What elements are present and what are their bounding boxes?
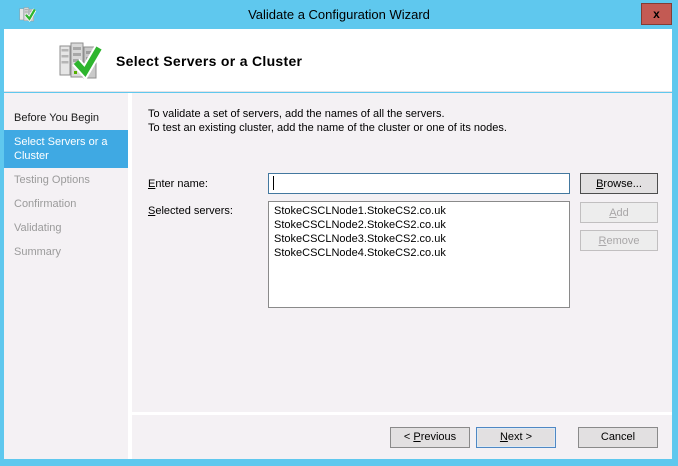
page-title: Select Servers or a Cluster bbox=[116, 53, 303, 69]
close-icon: x bbox=[653, 7, 660, 21]
wizard-footer: < Previous Next > Cancel bbox=[132, 415, 672, 459]
selected-servers-listbox[interactable]: StokeCSCLNode1.StokeCS2.co.uk StokeCSCLNo… bbox=[268, 201, 570, 308]
instruction-line-1: To validate a set of servers, add the na… bbox=[148, 108, 445, 120]
enter-name-label-rest: nter name: bbox=[155, 178, 208, 190]
title-bar: Validate a Configuration Wizard x bbox=[0, 0, 678, 29]
sidebar-step-item[interactable]: Testing Options bbox=[4, 168, 128, 192]
wizard-window: Validate a Configuration Wizard x Select… bbox=[0, 0, 678, 466]
instruction-line-2: To test an existing cluster, add the nam… bbox=[148, 122, 507, 134]
wizard-body: Before You Begin Select Servers or a Clu… bbox=[4, 93, 672, 459]
server-list-item[interactable]: StokeCSCLNode4.StokeCS2.co.uk bbox=[269, 246, 569, 260]
sidebar-step-label: Before You Begin bbox=[14, 112, 100, 124]
text-caret bbox=[273, 176, 274, 190]
next-button[interactable]: Next > bbox=[476, 426, 556, 448]
sidebar-step-item[interactable]: Validating bbox=[4, 216, 128, 240]
server-list-item[interactable]: StokeCSCLNode1.StokeCS2.co.uk bbox=[269, 204, 569, 218]
page-content: To validate a set of servers, add the na… bbox=[132, 93, 672, 412]
add-button-key: A bbox=[609, 206, 617, 219]
remove-button-key: R bbox=[598, 234, 607, 247]
sidebar-step-label: Testing Options bbox=[14, 174, 90, 186]
previous-button-key: P bbox=[413, 431, 421, 443]
server-list-item[interactable]: StokeCSCLNode2.StokeCS2.co.uk bbox=[269, 218, 569, 232]
browse-button-key: B bbox=[596, 177, 604, 190]
next-button-key: N bbox=[499, 431, 508, 443]
previous-button[interactable]: < Previous bbox=[390, 426, 470, 448]
remove-button-rest: emove bbox=[606, 234, 640, 247]
browse-button[interactable]: Browse... bbox=[580, 173, 658, 194]
selected-servers-label-rest: elected servers: bbox=[155, 205, 233, 217]
server-list-item[interactable]: StokeCSCLNode3.StokeCS2.co.uk bbox=[269, 232, 569, 246]
sidebar-step-label: Confirmation bbox=[14, 198, 77, 210]
add-button[interactable]: Add bbox=[580, 202, 658, 223]
main-column: To validate a set of servers, add the na… bbox=[132, 93, 672, 459]
sidebar-step-item[interactable]: Confirmation bbox=[4, 192, 128, 216]
selected-servers-label: Selected servers: bbox=[148, 205, 233, 217]
instructions: To validate a set of servers, add the na… bbox=[132, 93, 672, 135]
sidebar-step-label: Select Servers or a Cluster bbox=[14, 136, 108, 162]
sidebar-step-item[interactable]: Select Servers or a Cluster bbox=[4, 130, 128, 168]
previous-button-pre: < bbox=[403, 431, 411, 443]
wizard-steps-sidebar: Before You Begin Select Servers or a Clu… bbox=[4, 93, 128, 459]
cancel-button-rest: Cancel bbox=[600, 431, 636, 443]
remove-button[interactable]: Remove bbox=[580, 230, 658, 251]
add-button-rest: dd bbox=[616, 206, 629, 219]
sidebar-step-label: Summary bbox=[14, 246, 62, 258]
enter-name-field-wrap bbox=[268, 173, 570, 194]
sidebar-step-item[interactable]: Summary bbox=[4, 240, 128, 264]
enter-name-input[interactable] bbox=[268, 173, 570, 194]
close-button[interactable]: x bbox=[641, 3, 672, 25]
previous-button-rest: revious bbox=[420, 431, 457, 443]
validate-wizard-icon bbox=[19, 7, 36, 23]
sidebar-step-label: Validating bbox=[14, 222, 62, 234]
sidebar-step-item[interactable]: Before You Begin bbox=[4, 106, 128, 130]
browse-button-rest: rowse... bbox=[603, 177, 642, 190]
enter-name-label: Enter name: bbox=[148, 178, 208, 190]
next-button-rest: ext > bbox=[507, 431, 533, 443]
wizard-header: Select Servers or a Cluster bbox=[4, 29, 672, 92]
servers-check-icon bbox=[59, 42, 102, 81]
window-title: Validate a Configuration Wizard bbox=[248, 7, 430, 22]
cancel-button[interactable]: Cancel bbox=[578, 426, 658, 448]
